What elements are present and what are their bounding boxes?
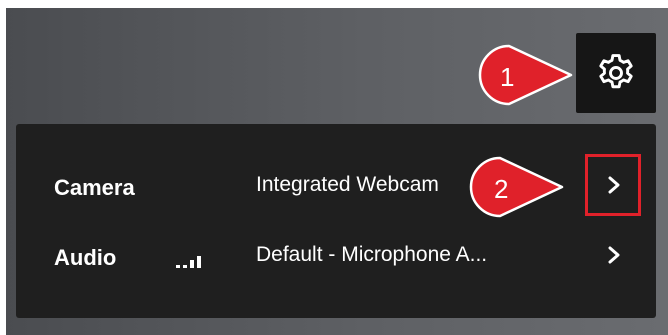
top-border xyxy=(0,0,668,8)
callout-1-number: 1 xyxy=(500,62,515,92)
highlight-box xyxy=(585,154,641,216)
gear-icon xyxy=(599,54,633,89)
audio-level-icon xyxy=(176,256,201,268)
audio-label: Audio xyxy=(54,245,117,270)
settings-button[interactable] xyxy=(576,33,656,113)
chevron-right-icon[interactable] xyxy=(604,244,624,266)
camera-label: Camera xyxy=(54,175,135,200)
device-settings-panel xyxy=(16,124,656,318)
camera-device-name: Integrated Webcam xyxy=(256,173,439,196)
callout-2-marker xyxy=(469,156,564,218)
left-border xyxy=(0,0,6,335)
callout-2-number: 2 xyxy=(494,174,509,204)
callout-1-marker xyxy=(478,44,573,106)
audio-device-name: Default - Microphone A... xyxy=(256,243,488,266)
